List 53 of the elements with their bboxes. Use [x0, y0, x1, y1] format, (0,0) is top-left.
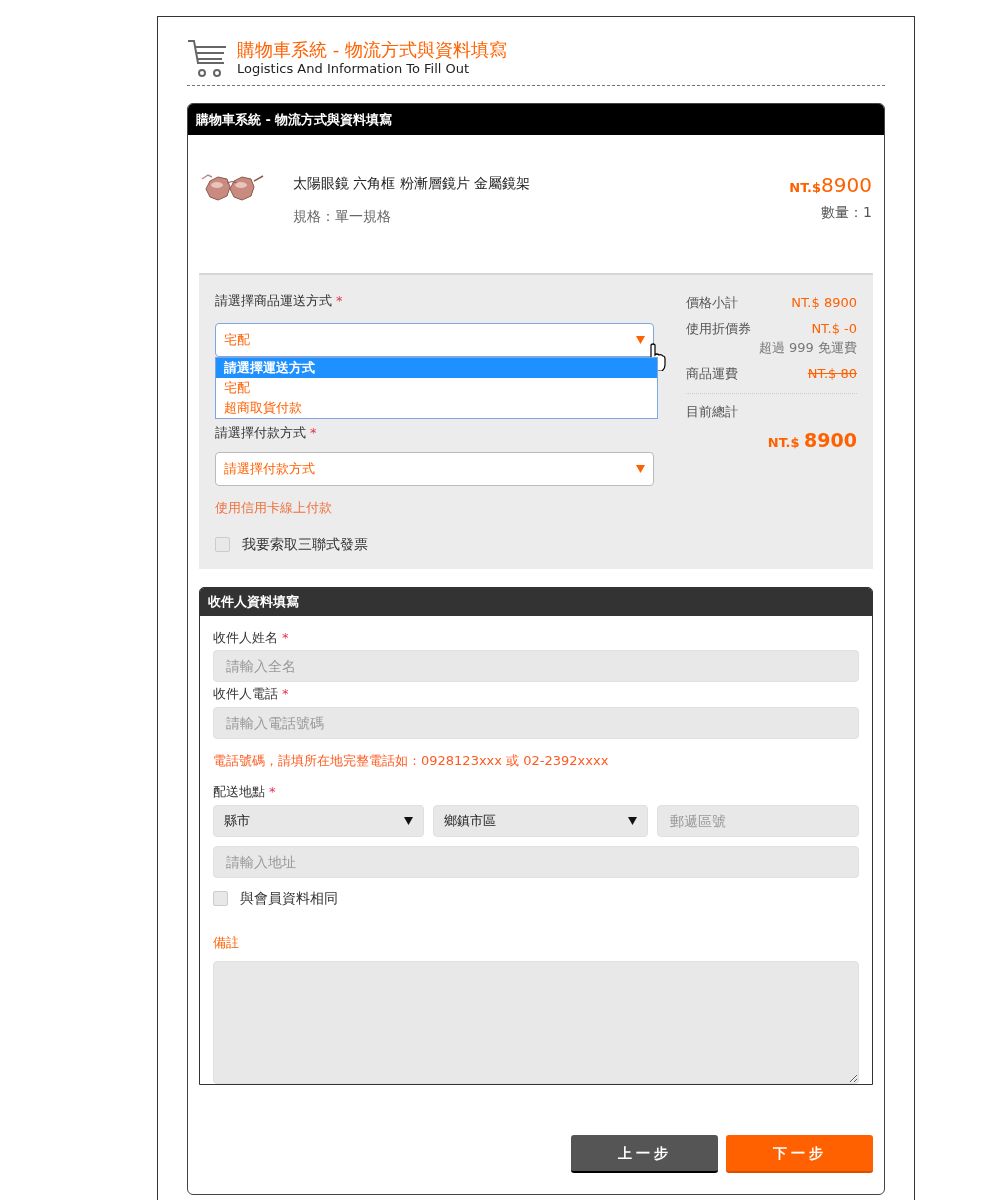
product-spec: 規格：單一規格 [293, 207, 392, 226]
product-name: 太陽眼鏡 六角框 粉漸層鏡片 金屬鏡架 [293, 174, 531, 193]
field-label: 請選擇付款方式 * [215, 423, 318, 442]
checkbox[interactable] [215, 536, 230, 552]
required-mark: * [336, 293, 343, 308]
next-button[interactable]: 下一步 [726, 1135, 873, 1173]
field-label: 配送地點 * [213, 783, 277, 801]
page-title: 購物車系統 - 物流方式與資料填寫 [237, 39, 507, 61]
phone-field[interactable]: 請輸入電話號碼 [213, 706, 859, 739]
panel-header: 購物車系統 - 物流方式與資料填寫 [188, 104, 884, 135]
caret-icon [636, 465, 646, 473]
page-subtitle: Logistics And Information To Fill Out [237, 61, 471, 77]
name-field[interactable]: 請輸入全名 [213, 650, 859, 682]
field-label: 收件人姓名 * [213, 628, 290, 647]
checkbox[interactable] [213, 890, 228, 906]
panel-header: 收件人資料填寫 [200, 588, 872, 616]
summary-label: 使用折價券 [686, 319, 752, 338]
payment-select[interactable]: 請選擇付款方式 [215, 452, 655, 486]
required-mark: * [282, 629, 289, 645]
back-button[interactable]: 上一步 [571, 1135, 718, 1173]
product-quantity: 數量：1 [821, 203, 872, 222]
order-total: NT.$ 8900 [767, 427, 857, 453]
checkbox-label: 與會員資料相同 [240, 888, 338, 908]
zip-code-field[interactable]: 郵遞區號 [657, 804, 859, 837]
caret-icon [636, 335, 646, 344]
county-select[interactable]: 縣市 [213, 804, 424, 837]
shipping-select[interactable]: 宅配 [215, 322, 655, 357]
summary-note: 超過 999 免運費 [758, 339, 857, 357]
dropdown-option[interactable]: 宅配 [216, 377, 657, 398]
notes-field[interactable] [213, 961, 859, 1084]
summary-value: NT.$ 80 [807, 364, 857, 383]
summary-label: 目前總計 [686, 404, 739, 419]
dropdown-option[interactable]: 超商取貨付款 [216, 397, 657, 418]
field-label: 請選擇商品運送方式 * [215, 292, 344, 310]
checkbox-label: 我要索取三聯式發票 [242, 534, 368, 554]
summary-value: NT.$ -0 [811, 319, 857, 338]
field-label: 收件人電話 * [213, 685, 290, 703]
phone-hint: 電話號碼，請填所在地完整電話如：0928123xxx 或 02-2392xxxx [213, 751, 610, 770]
payment-note: 使用信用卡線上付款 [215, 499, 333, 517]
summary-label: 價格小計 [686, 294, 739, 312]
notes-label: 備註 [213, 933, 240, 952]
product-price: NT.$8900 [789, 173, 872, 199]
required-mark: * [269, 784, 276, 799]
address-field[interactable]: 請輸入地址 [213, 845, 859, 878]
required-mark: * [282, 686, 289, 701]
shopping-cart-icon [187, 37, 227, 79]
summary-label: 商品運費 [686, 364, 739, 383]
dropdown-option[interactable]: 請選擇運送方式 [216, 357, 657, 378]
district-select[interactable]: 鄉鎮市區 [433, 804, 648, 837]
caret-icon [404, 816, 413, 825]
summary-value: NT.$ 8900 [791, 294, 857, 312]
required-mark: * [310, 424, 317, 440]
caret-icon [628, 816, 637, 825]
